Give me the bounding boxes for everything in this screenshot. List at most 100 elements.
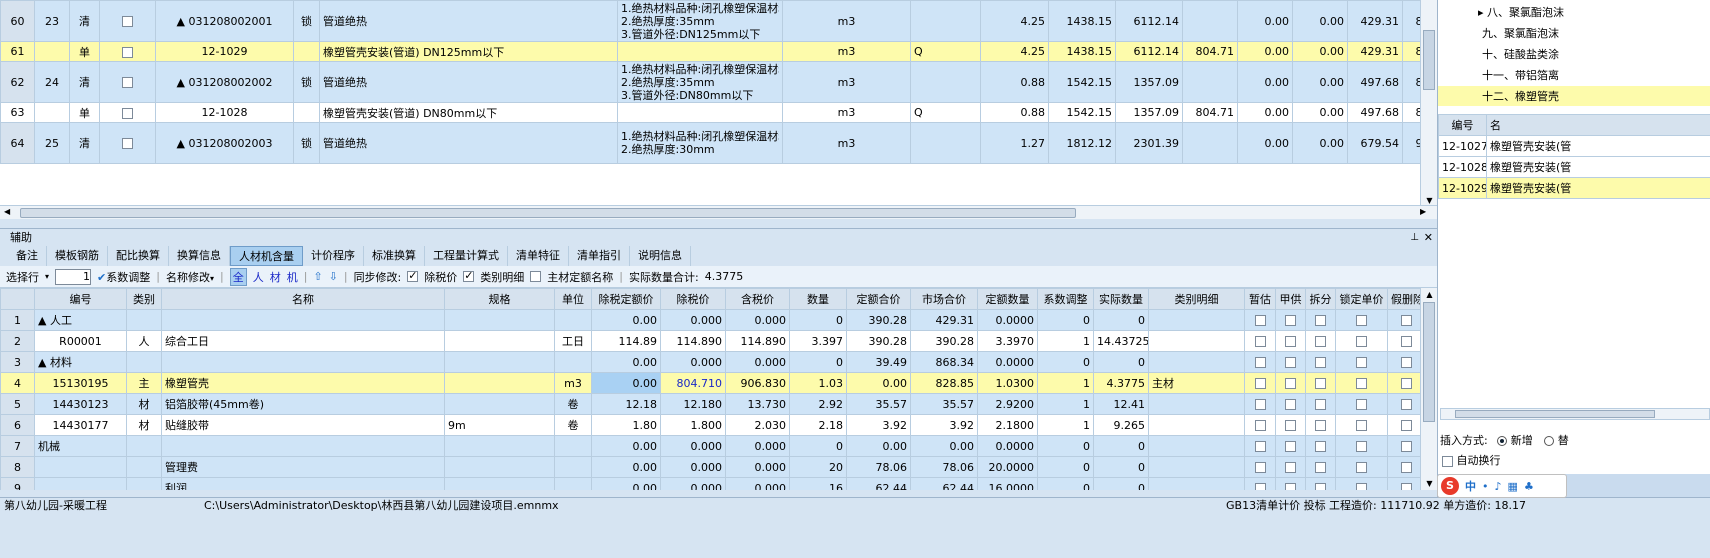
item-feature[interactable]: 1.绝热材料品种:闭孔橡塑保温材料 2.绝热厚度:30mm <box>617 122 783 164</box>
price-inc-tax[interactable]: 114.890 <box>725 330 790 352</box>
column-header[interactable]: 拆分 <box>1305 288 1336 310</box>
resource-name[interactable] <box>161 435 445 457</box>
item-qty[interactable]: 1.27 <box>980 122 1049 164</box>
select-checkbox[interactable] <box>99 122 156 164</box>
move-up-icon[interactable]: ⇧ <box>313 270 322 283</box>
column-header[interactable]: 锁定单价 <box>1335 288 1388 310</box>
top-grid-horizontal-scrollbar[interactable]: ◀ ▶ <box>0 205 1437 219</box>
item-price7[interactable]: 910.19 <box>1402 122 1420 164</box>
resource-spec[interactable] <box>444 477 555 490</box>
owner-supply-checkbox[interactable] <box>1285 399 1296 410</box>
resource-unit[interactable] <box>554 456 592 478</box>
resource-code[interactable]: R00001 <box>34 330 127 352</box>
resource-unit[interactable]: 工日 <box>554 330 592 352</box>
seq-number[interactable] <box>34 41 70 62</box>
column-header[interactable]: 含税价 <box>725 288 790 310</box>
row-number[interactable]: 7 <box>0 435 35 457</box>
column-header[interactable]: 市场合价 <box>910 288 978 310</box>
row-number[interactable]: 63 <box>0 102 35 123</box>
column-header[interactable]: 实际数量 <box>1093 288 1149 310</box>
actual-quantity[interactable]: 12.41 <box>1093 393 1149 415</box>
scroll-thumb[interactable] <box>1423 30 1435 90</box>
lock-price-checkbox[interactable] <box>1356 441 1367 452</box>
quota-quantity[interactable]: 1.0300 <box>977 372 1038 394</box>
price-ex-tax[interactable]: 0.000 <box>660 435 726 457</box>
column-header[interactable]: 系数调整 <box>1037 288 1094 310</box>
column-header[interactable]: 单位 <box>554 288 592 310</box>
fake-delete-checkbox[interactable] <box>1400 378 1412 389</box>
item-price5[interactable]: 0.00 <box>1292 41 1348 62</box>
quota-row[interactable]: 12-1029 橡塑管壳安装(管 <box>1438 177 1710 199</box>
fake-delete-checkbox[interactable] <box>1400 315 1412 326</box>
tab-4[interactable]: 换算信息 <box>169 246 230 266</box>
category-detail[interactable] <box>1148 414 1245 436</box>
bill-row[interactable]: 64 25 清 ▲ 031208002003 锁管道绝热 1.绝热材料品种:闭孔橡塑保温材… <box>0 122 1420 164</box>
tab-10[interactable]: 清单指引 <box>569 246 630 266</box>
resource-row[interactable]: 3 ▲ 材料 0.00 0.000 0.000 0 39.49 868.34 0.0000 0 0 <box>0 351 1420 373</box>
right-scroll-thumb[interactable] <box>1455 410 1655 418</box>
estimate-checkbox[interactable] <box>1254 441 1266 452</box>
coef-adjust-button[interactable]: ✔系数调整 <box>97 269 150 285</box>
resource-spec[interactable] <box>444 435 555 457</box>
item-qty[interactable]: 4.25 <box>980 41 1049 62</box>
column-header[interactable]: 类别 <box>126 288 162 310</box>
row-number[interactable]: 5 <box>0 393 35 415</box>
row-checkbox[interactable] <box>122 107 133 119</box>
fake-delete-checkbox[interactable] <box>1400 462 1412 473</box>
seq-number[interactable]: 23 <box>34 0 70 42</box>
horizontal-scroll-thumb[interactable] <box>20 208 1076 218</box>
column-header[interactable]: 暂估 <box>1244 288 1276 310</box>
quantity[interactable]: 1.03 <box>789 372 847 394</box>
estimate-checkbox[interactable] <box>1254 357 1266 368</box>
resource-unit[interactable] <box>554 351 592 373</box>
coef-adjust[interactable]: 0 <box>1037 435 1094 457</box>
item-type[interactable]: 清 <box>69 0 100 42</box>
price-ex-tax[interactable]: 0.000 <box>660 477 726 490</box>
resource-unit[interactable] <box>554 309 592 331</box>
close-icon[interactable]: ✕ <box>1424 229 1433 247</box>
item-type[interactable]: 单 <box>69 41 100 62</box>
item-feature[interactable]: 1.绝热材料品种:闭孔橡塑保温材料 2.绝热厚度:35mm 3.管道外径:DN80m… <box>617 61 783 103</box>
row-number-input[interactable] <box>55 268 92 285</box>
price-ex-tax[interactable]: 12.180 <box>660 393 726 415</box>
item-q[interactable]: Q <box>910 41 981 62</box>
item-q[interactable] <box>910 122 981 164</box>
actual-quantity[interactable]: 14.43725 <box>1093 330 1149 352</box>
filter-all-button[interactable]: 全 <box>229 267 247 286</box>
bill-row[interactable]: 63 单 12-1028 橡塑管壳安装(管道) DN80mm以下 m3 Q 0.88 1542… <box>0 102 1420 123</box>
column-header[interactable]: 甲供 <box>1275 288 1306 310</box>
resource-code[interactable]: 15130195 <box>34 372 127 394</box>
column-header[interactable]: 除税价 <box>660 288 726 310</box>
seq-number[interactable] <box>34 102 70 123</box>
lock-flag[interactable]: 锁 <box>293 0 320 42</box>
base-price-ex-tax[interactable]: 114.89 <box>591 330 661 352</box>
price-ex-tax[interactable]: 804.710 <box>660 372 726 394</box>
fake-delete-checkbox[interactable] <box>1400 399 1412 410</box>
quota-total[interactable]: 35.57 <box>846 393 911 415</box>
quota-total[interactable]: 390.28 <box>846 330 911 352</box>
quantity[interactable]: 0 <box>789 435 847 457</box>
lock-flag[interactable]: 锁 <box>293 122 320 164</box>
category-detail[interactable] <box>1148 393 1245 415</box>
owner-supply-checkbox[interactable] <box>1285 420 1296 431</box>
category-detail-checkbox[interactable] <box>463 269 475 282</box>
price-ex-tax[interactable]: 114.890 <box>660 330 726 352</box>
quota-total[interactable]: 0.00 <box>846 435 911 457</box>
quantity[interactable]: 2.18 <box>789 414 847 436</box>
resource-spec[interactable] <box>444 309 555 331</box>
tab-7[interactable]: 标准换算 <box>364 246 425 266</box>
scroll-down-icon[interactable]: ▼ <box>1421 196 1438 205</box>
category-detail[interactable] <box>1148 435 1245 457</box>
coef-adjust[interactable]: 0 <box>1037 456 1094 478</box>
quota-quantity[interactable]: 20.0000 <box>977 456 1038 478</box>
item-price6[interactable]: 497.68 <box>1347 61 1403 103</box>
item-price1[interactable]: 1542.15 <box>1048 61 1116 103</box>
resource-spec[interactable] <box>444 393 555 415</box>
item-code[interactable]: ▲ 031208002001 <box>155 0 294 42</box>
item-price3[interactable] <box>1182 61 1238 103</box>
item-feature[interactable] <box>617 41 783 62</box>
item-price7[interactable]: 868.34 <box>1402 41 1420 62</box>
item-name[interactable]: 管道绝热 <box>319 0 618 42</box>
auto-wrap-checkbox[interactable] <box>1442 455 1453 467</box>
resource-row[interactable]: 5 14430123 材铝箔胶带(45mm卷) 卷 12.18 12.180 13.730 2… <box>0 393 1420 415</box>
